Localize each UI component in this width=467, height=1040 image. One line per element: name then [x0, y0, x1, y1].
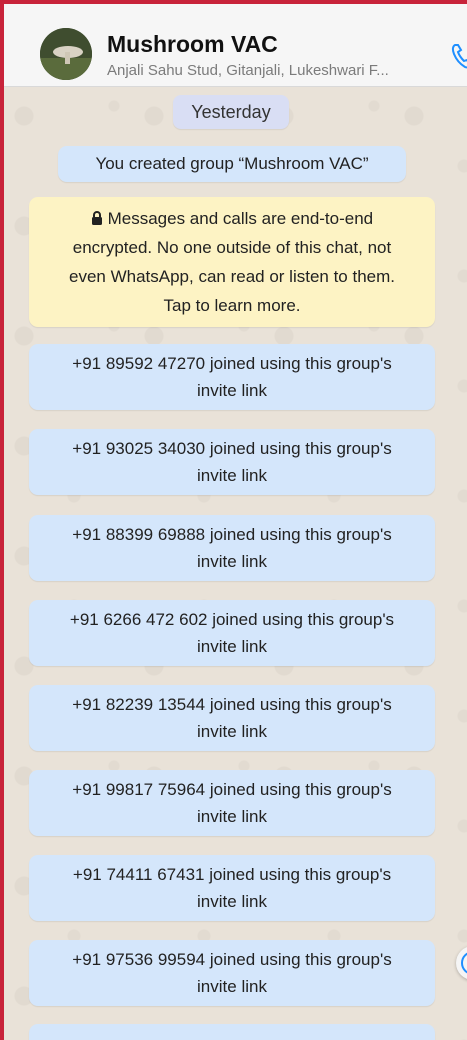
- join-message: +91 74411 67431 joined using this group'…: [29, 855, 435, 921]
- encryption-line-1: Messages and calls are end-to-end: [107, 209, 374, 228]
- join-text: +91 99817 75964 joined using this group'…: [72, 780, 392, 799]
- join-text: +91 88399 69888 joined using this group'…: [72, 525, 392, 544]
- join-suffix: invite link: [197, 892, 267, 911]
- join-text: +91 74411 67431 joined using this group'…: [72, 865, 392, 884]
- encryption-line-4: Tap to learn more.: [163, 296, 301, 315]
- join-suffix: invite link: [197, 977, 267, 996]
- join-text: +91 97536 99594 joined using this group'…: [72, 950, 392, 969]
- join-message: +91 99817 75964 joined using this group'…: [29, 770, 435, 836]
- join-text: +91 89592 47270 joined using this group'…: [72, 354, 392, 373]
- join-text: +91 93025 34030 joined using this group'…: [72, 439, 392, 458]
- join-text: +91 82239 13544 joined using this group'…: [72, 695, 392, 714]
- join-suffix: invite link: [197, 552, 267, 571]
- join-message: +91 97536 99594 joined using this group'…: [29, 940, 435, 1006]
- chat-screen: Mushroom VAC Anjali Sahu Stud, Gitanjali…: [4, 4, 467, 1040]
- scroll-to-bottom-button[interactable]: [456, 946, 467, 980]
- join-suffix: invite link: [197, 637, 267, 656]
- encryption-notice[interactable]: Messages and calls are end-to-end encryp…: [29, 197, 435, 327]
- group-avatar[interactable]: [40, 28, 92, 80]
- join-suffix: invite link: [197, 466, 267, 485]
- system-message: You created group “Mushroom VAC”: [58, 146, 406, 182]
- encryption-line-2: encrypted. No one outside of this chat, …: [72, 238, 392, 257]
- lock-icon: [91, 209, 108, 228]
- join-text: +91 6266 472 602 joined using this group…: [69, 610, 395, 629]
- join-message: +91 82239 13544 joined using this group'…: [29, 685, 435, 751]
- chat-title[interactable]: Mushroom VAC: [107, 31, 278, 58]
- chat-header[interactable]: Mushroom VAC Anjali Sahu Stud, Gitanjali…: [4, 4, 467, 87]
- phone-icon[interactable]: [450, 42, 467, 70]
- join-message: +91 88399 69888 joined using this group'…: [29, 515, 435, 581]
- date-chip: Yesterday: [173, 95, 289, 129]
- chevron-down-icon: [456, 952, 467, 984]
- join-suffix: invite link: [197, 807, 267, 826]
- chat-members[interactable]: Anjali Sahu Stud, Gitanjali, Lukeshwari …: [107, 62, 449, 79]
- join-message: +91 93025 34030 joined using this group'…: [29, 429, 435, 495]
- join-message-partial: [29, 1024, 435, 1040]
- join-suffix: invite link: [197, 381, 267, 400]
- join-message: +91 6266 472 602 joined using this group…: [29, 600, 435, 666]
- join-suffix: invite link: [197, 722, 267, 741]
- encryption-line-3: even WhatsApp, can read or listen to the…: [68, 267, 395, 286]
- join-message: +91 89592 47270 joined using this group'…: [29, 344, 435, 410]
